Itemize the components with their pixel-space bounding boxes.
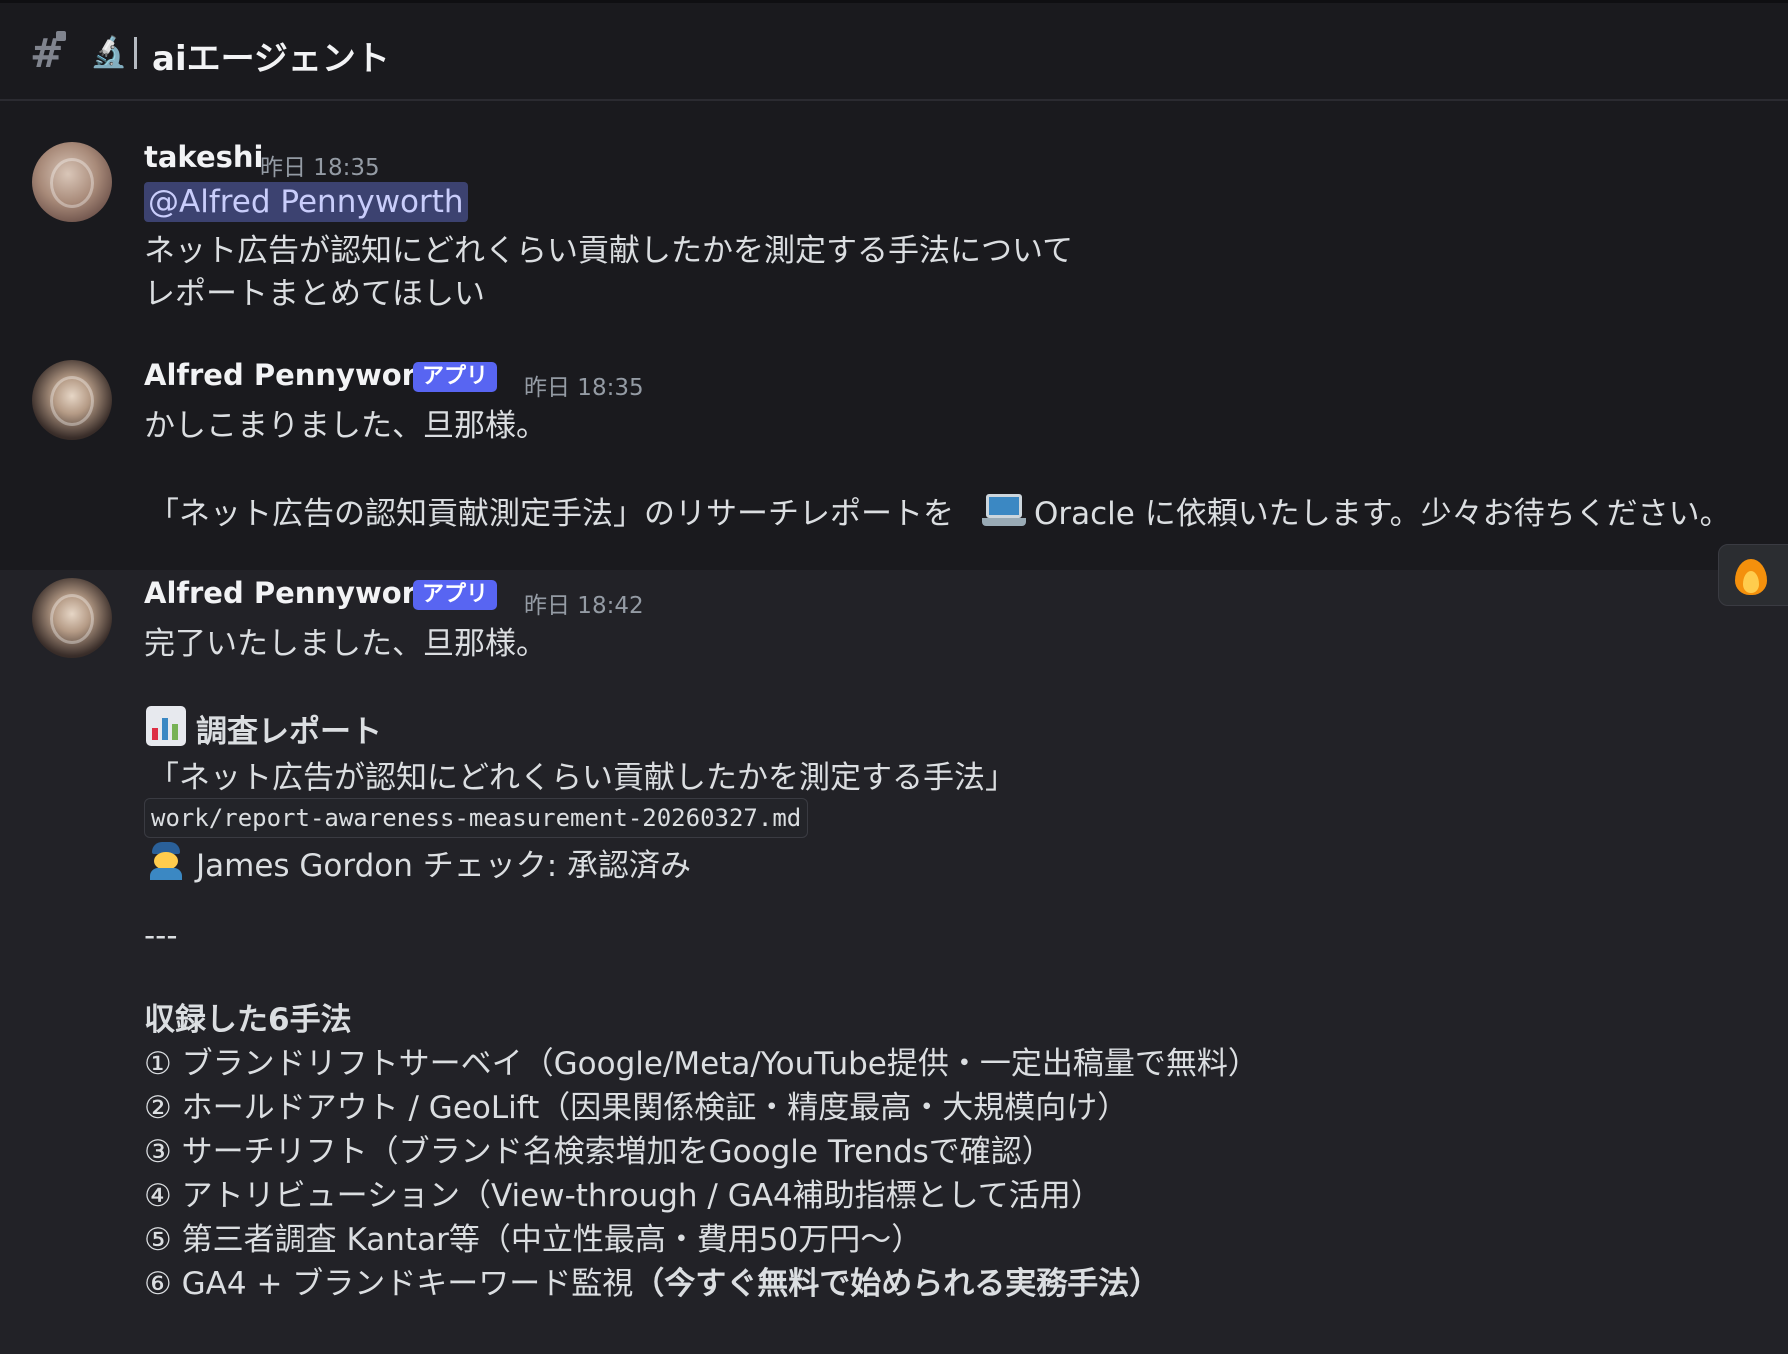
author-name[interactable]: Alfred Pennyworth [144,358,450,392]
divider-text: --- [144,918,178,954]
message-alfred-1: Alfred Pennyworth アプリ 昨日 18:35 かしこまりました、… [0,340,1788,570]
method-item: ④ アトリビューション（View-through / GA4補助指標として活用） [144,1178,1102,1214]
channel-header: # 🔬 aiエージェント [0,3,1788,101]
avatar-image [50,158,94,208]
avatar-image [50,376,94,426]
message-text-line: かしこまりました、旦那様。 [144,408,547,444]
file-path-code[interactable]: work/report-awareness-measurement-202603… [144,798,809,838]
method-item-emphasis: （今すぐ無料で始められる実務手法） [633,1266,1161,1302]
bar-chart-icon [146,706,186,746]
method-item: ⑥ GA4 + ブランドキーワード監視（今すぐ無料で始められる実務手法） [144,1258,1160,1303]
methods-heading: 収録した6手法 [144,1002,352,1038]
message-text-line: レポートまとめてほしい [144,276,485,312]
police-officer-icon [146,840,186,880]
avatar[interactable] [32,360,112,440]
method-item: ② ホールドアウト / GeoLift（因果関係検証・精度最高・大規模向け） [144,1090,1129,1126]
check-status: James Gordon チェック: 承認済み [196,848,692,884]
method-item: ③ サーチリフト（ブランド名検索増加をGoogle Trendsで確認） [144,1134,1053,1170]
app-badge: アプリ [413,362,498,392]
message-actions-bar [1718,544,1788,606]
report-title: 「ネット広告が認知にどれくらい貢献したかを測定する手法」 [148,760,1016,796]
method-item: ⑤ 第三者調査 Kantar等（中立性最高・費用50万円〜） [144,1222,923,1258]
method-item-text: ⑥ GA4 + ブランドキーワード監視 [144,1266,634,1302]
message-text-line: ネット広告が認知にどれくらい貢献したかを測定する手法について [144,233,1074,269]
message-text-line: Oracle に依頼いたします。少々お待ちください。 [1034,496,1731,532]
avatar[interactable] [32,578,112,658]
header-divider [134,37,137,69]
microscope-icon: 🔬 [90,35,128,70]
avatar-image [50,594,94,644]
message-timestamp[interactable]: 昨日 18:42 [524,586,644,620]
message-alfred-2: Alfred Pennyworth アプリ 昨日 18:42 完了いたしました、… [0,570,1788,1354]
author-name[interactable]: takeshi [144,140,263,174]
laptop-icon [982,494,1026,526]
channel-name[interactable]: aiエージェント [152,31,390,80]
avatar[interactable] [32,142,112,222]
message-text-line: 完了いたしました、旦那様。 [144,626,547,662]
report-heading: 調査レポート [196,714,382,750]
lock-icon [56,31,66,41]
message-timestamp[interactable]: 昨日 18:35 [524,368,644,402]
message-takeshi: takeshi 昨日 18:35 @Alfred Pennyworth ネット広… [0,120,1788,330]
author-name[interactable]: Alfred Pennyworth [144,576,450,610]
method-item: ① ブランドリフトサーベイ（Google/Meta/YouTube提供・一定出稿… [144,1046,1259,1082]
message-timestamp[interactable]: 昨日 18:35 [260,148,380,182]
fire-icon[interactable] [1733,555,1769,595]
message-text-line: 「ネット広告の認知貢献測定手法」のリサーチレポートを [148,496,954,532]
user-mention[interactable]: @Alfred Pennyworth [144,182,468,222]
app-badge: アプリ [413,580,498,610]
